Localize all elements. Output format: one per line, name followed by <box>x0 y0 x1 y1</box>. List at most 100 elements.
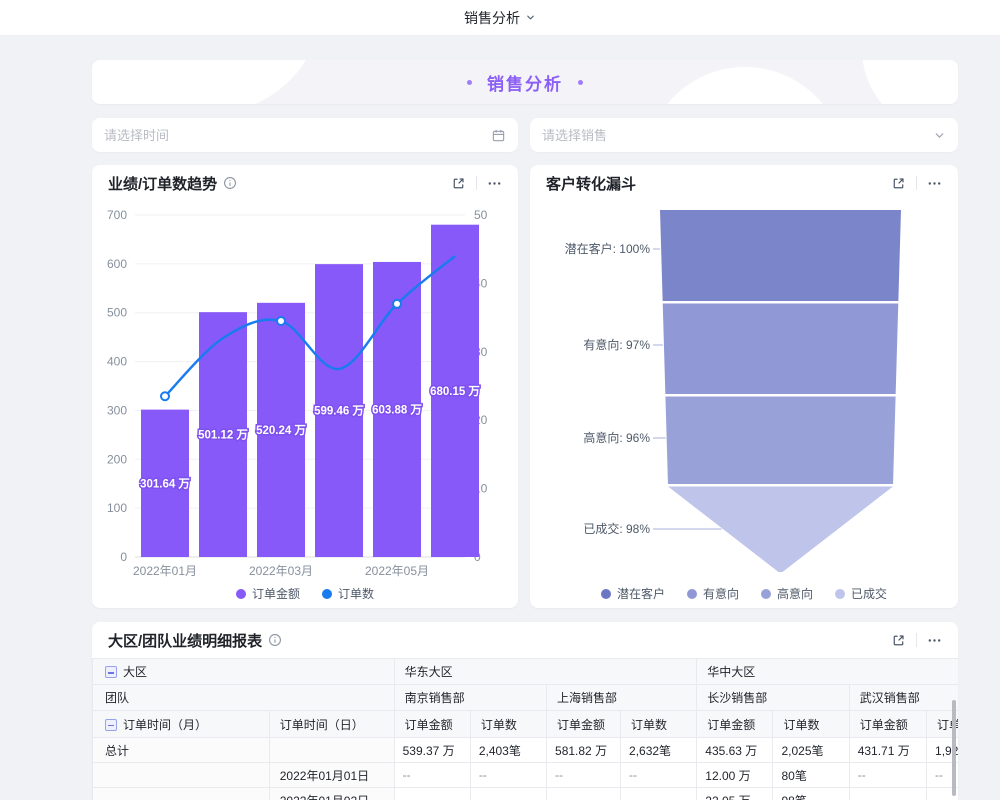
table-cell <box>849 788 926 800</box>
table-row: 团队南京销售部上海销售部长沙销售部武汉销售部青岛销售部 <box>93 685 959 711</box>
svg-text:680.15 万: 680.15 万 <box>430 385 480 398</box>
table-cell: 22.05 万 <box>697 788 773 800</box>
cell-text: 订单时间（月） <box>123 718 207 732</box>
cell-text: 华东大区 <box>405 665 453 679</box>
table-cell: 12.00 万 <box>697 763 773 788</box>
legend-item[interactable]: 订单数 <box>322 585 374 602</box>
table-header-cell: 订单数 <box>470 711 546 738</box>
cell-text: -- <box>629 768 637 782</box>
legend-item[interactable]: 有意向 <box>687 585 739 602</box>
svg-text:2022年01月: 2022年01月 <box>133 564 197 578</box>
legend-item[interactable]: 订单金额 <box>236 585 300 602</box>
cell-text: -- <box>479 768 487 782</box>
legend-item[interactable]: 潜在客户 <box>601 585 665 602</box>
svg-text:301.64 万: 301.64 万 <box>140 477 190 490</box>
sales-select-input[interactable] <box>530 128 933 143</box>
sales-filter <box>530 118 958 152</box>
legend-dot <box>601 589 611 599</box>
cell-text: 南京销售部 <box>405 691 465 705</box>
chevron-down-icon[interactable] <box>933 129 946 142</box>
page-switcher[interactable]: 销售分析 <box>464 8 536 28</box>
table-cell <box>547 788 621 800</box>
cell-text: 订单数 <box>481 718 517 732</box>
calendar-icon[interactable] <box>491 128 506 143</box>
legend-item[interactable]: 已成交 <box>835 585 887 602</box>
cell-text: -- <box>403 768 411 782</box>
svg-text:200: 200 <box>107 452 127 466</box>
cell-text: 订单数 <box>783 718 819 732</box>
svg-text:有意向: 97%: 有意向: 97% <box>583 337 650 352</box>
cell-text: 539.37 万 <box>403 744 455 758</box>
cell-text: 华中大区 <box>707 665 755 679</box>
cell-text: -- <box>555 768 563 782</box>
table-header-cell: 订单金额 <box>849 711 926 738</box>
table-header-cell: 华东大区 <box>394 659 697 685</box>
legend-dot <box>236 589 246 599</box>
report-table: 大区华东大区华中大区华北大区团队南京销售部上海销售部长沙销售部武汉销售部青岛销售… <box>92 658 958 800</box>
legend-item[interactable]: 高意向 <box>761 585 813 602</box>
chevron-down-icon <box>525 12 536 23</box>
cell-text: 上海销售部 <box>557 691 617 705</box>
svg-text:501.12 万: 501.12 万 <box>198 429 248 442</box>
cell-text: 长沙销售部 <box>707 691 767 705</box>
table-cell <box>394 788 470 800</box>
cell-text: 团队 <box>105 691 129 705</box>
svg-text:520.24 万: 520.24 万 <box>256 424 306 437</box>
svg-text:已成交: 98%: 已成交: 98% <box>583 521 650 536</box>
table-cell: 80笔 <box>773 763 849 788</box>
svg-text:高意向: 96%: 高意向: 96% <box>583 430 650 445</box>
legend-label: 潜在客户 <box>617 585 665 602</box>
time-filter <box>92 118 518 152</box>
cell-text: 435.63 万 <box>705 744 757 758</box>
legend-dot <box>835 589 845 599</box>
svg-text:500: 500 <box>107 306 127 320</box>
cell-text: 581.82 万 <box>555 744 607 758</box>
table-header-cell: 上海销售部 <box>547 685 697 711</box>
cell-text: 订单金额 <box>557 718 605 732</box>
table-row: 订单时间（月）订单时间（日）订单金额订单数订单金额订单数订单金额订单数订单金额订… <box>93 711 959 738</box>
banner-dot-left <box>467 80 472 85</box>
table-header-cell: 南京销售部 <box>394 685 546 711</box>
collapse-icon[interactable] <box>105 666 117 678</box>
time-picker-input[interactable] <box>92 128 491 143</box>
table-cell: 435.63 万 <box>697 738 773 763</box>
cell-text: 订单金额 <box>707 718 755 732</box>
table-card-title: 大区/团队业绩明细报表 <box>108 630 262 651</box>
table-cell: 539.37 万 <box>394 738 470 763</box>
svg-text:潜在客户: 100%: 潜在客户: 100% <box>565 241 651 256</box>
cell-text: 2,025笔 <box>781 744 823 758</box>
expand-icon[interactable] <box>451 176 466 191</box>
info-icon[interactable] <box>268 633 282 647</box>
table-header-cell: 武汉销售部 <box>849 685 958 711</box>
legend-dot <box>687 589 697 599</box>
table-cell: 2,403笔 <box>470 738 546 763</box>
table-cell <box>93 763 270 788</box>
cell-text: 总计 <box>105 744 129 758</box>
expand-icon[interactable] <box>891 176 906 191</box>
collapse-icon[interactable] <box>105 719 117 731</box>
table-cell: 98笔 <box>773 788 849 800</box>
funnel-segment <box>660 210 901 301</box>
cell-text: 2022年01月01日 <box>280 769 369 783</box>
more-menu-icon[interactable] <box>927 176 942 191</box>
more-menu-icon[interactable] <box>487 176 502 191</box>
sales-analysis-page: 销售分析 销售分析 业绩/订单数趋势 <box>0 0 1000 800</box>
cell-text: 22.05 万 <box>705 794 750 800</box>
cell-text: 订单数 <box>631 718 667 732</box>
legend-label: 已成交 <box>851 585 887 602</box>
top-navigation-bar: 销售分析 <box>0 0 1000 36</box>
funnel-chart: 潜在客户: 100% 有意向: 97% 高意向: 96% 已成交: 98% <box>530 195 958 585</box>
table-scrollbar[interactable] <box>952 700 956 796</box>
more-menu-icon[interactable] <box>927 633 942 648</box>
table-cell: 2022年01月01日 <box>269 763 394 788</box>
expand-icon[interactable] <box>891 633 906 648</box>
svg-text:599.46 万: 599.46 万 <box>314 405 364 418</box>
info-icon[interactable] <box>223 176 237 190</box>
cell-text: 订单时间（日） <box>280 718 364 732</box>
funnel-segment <box>665 397 895 485</box>
banner-dot-right <box>578 80 583 85</box>
table-header-cell: 订单时间（月） <box>93 711 270 738</box>
legend-label: 订单金额 <box>252 585 300 602</box>
divider <box>916 633 917 647</box>
table-cell: 2,632笔 <box>621 738 697 763</box>
